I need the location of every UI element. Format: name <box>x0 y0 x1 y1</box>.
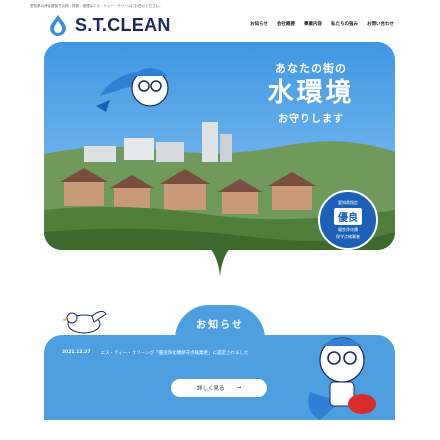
nav-item-strengths[interactable]: 私たちの強み <box>331 21 358 27</box>
arrow-right-icon: → <box>236 385 242 391</box>
news-date: 2021.12.27 <box>62 350 91 355</box>
waving-mascot-icon <box>308 337 376 420</box>
news-item[interactable]: 2021.12.27 エス・ティー・クリーンが「優良浄化槽保守点検業者」に認定さ… <box>62 350 292 357</box>
hero-catchcopy: あなたの街の 水環境 お守りします <box>246 60 376 125</box>
hero-copy-line1: あなたの街の <box>275 62 347 75</box>
badge-top-text: 愛知県指定 <box>338 200 358 205</box>
bird-mascot-icon <box>62 310 107 334</box>
hero-copy-line3: お守りします <box>278 114 344 125</box>
logo-text: S.T.CLEAN <box>75 14 171 35</box>
main-nav: お知らせ 会社概要 事業内容 私たちの強み お問い合わせ <box>250 21 394 27</box>
site-logo[interactable]: S.T.CLEAN <box>48 12 171 38</box>
hero-copy-line2: 水環境 <box>267 78 355 108</box>
nav-item-company[interactable]: 会社概要 <box>277 21 295 27</box>
read-more-label: 詳しく見る <box>196 386 225 392</box>
read-more-button[interactable]: 詳しく見る → <box>171 379 267 397</box>
nav-item-services[interactable]: 事業内容 <box>304 21 322 27</box>
flying-mascot-icon <box>96 68 169 112</box>
header-tagline: 愛知県の浄化槽保守点検・検査・管理はエス・ティー・クリーンにお任せください。 <box>30 4 163 8</box>
badge-bottom-text-2: 保守点検業者 <box>336 234 360 239</box>
nav-item-contact[interactable]: お問い合わせ <box>367 21 394 27</box>
badge-main-text: 優良 <box>334 208 362 225</box>
hero-pointer-shape <box>208 246 232 276</box>
certification-badge: 愛知県指定 優良 優良浄化槽 保守点検業者 <box>318 190 378 250</box>
water-drop-logo-icon <box>50 15 66 36</box>
news-text: エス・ティー・クリーンが「優良浄化槽保守点検業者」に認定されました <box>100 351 249 356</box>
news-section-title: お知らせ <box>196 320 244 331</box>
badge-bottom-text-1: 優良浄化槽 <box>338 227 358 232</box>
nav-item-news[interactable]: お知らせ <box>250 21 268 27</box>
